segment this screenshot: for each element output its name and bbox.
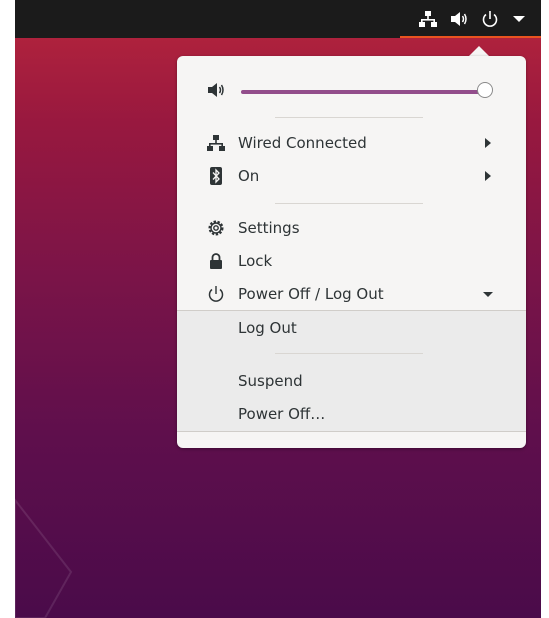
power-item[interactable]: Power Off / Log Out	[177, 278, 526, 310]
system-menu: Wired Connected On Settings Lock Power O…	[177, 56, 526, 448]
power-label: Power Off / Log Out	[238, 285, 384, 303]
bluetooth-icon	[210, 167, 222, 185]
suspend-item[interactable]: Suspend	[177, 365, 526, 397]
power-off-item[interactable]: Power Off…	[177, 398, 526, 430]
log-out-item[interactable]: Log Out	[177, 312, 526, 344]
bluetooth-item[interactable]: On	[177, 160, 526, 192]
volume-slider-track[interactable]	[241, 90, 485, 94]
menu-pointer	[469, 46, 489, 56]
network-wired-icon	[207, 135, 225, 151]
audio-volume-icon[interactable]	[450, 10, 468, 28]
settings-item[interactable]: Settings	[177, 212, 526, 244]
power-submenu: Log Out Suspend Power Off…	[177, 310, 526, 432]
power-icon[interactable]	[481, 10, 499, 28]
chevron-down-icon	[483, 292, 493, 297]
settings-label: Settings	[238, 219, 300, 237]
active-indicator	[400, 36, 541, 38]
separator	[275, 353, 423, 354]
log-out-label: Log Out	[238, 319, 297, 337]
network-item[interactable]: Wired Connected	[177, 127, 526, 159]
desktop-background: Wired Connected On Settings Lock Power O…	[15, 0, 541, 618]
volume-slider-handle[interactable]	[477, 82, 493, 98]
top-bar	[15, 0, 541, 38]
power-icon	[208, 286, 224, 302]
chevron-right-icon	[485, 138, 491, 148]
menu-arrow-down-icon[interactable]	[510, 10, 528, 28]
network-wired-icon[interactable]	[419, 10, 437, 28]
chevron-right-icon	[485, 171, 491, 181]
settings-gear-icon	[208, 220, 224, 236]
suspend-label: Suspend	[238, 372, 303, 390]
lock-icon	[210, 253, 222, 269]
audio-volume-icon	[208, 83, 224, 97]
power-off-label: Power Off…	[238, 405, 326, 423]
separator	[275, 117, 423, 118]
bluetooth-label: On	[238, 167, 260, 185]
separator	[275, 203, 423, 204]
network-label: Wired Connected	[238, 134, 367, 152]
lock-item[interactable]: Lock	[177, 245, 526, 277]
lock-label: Lock	[238, 252, 273, 270]
